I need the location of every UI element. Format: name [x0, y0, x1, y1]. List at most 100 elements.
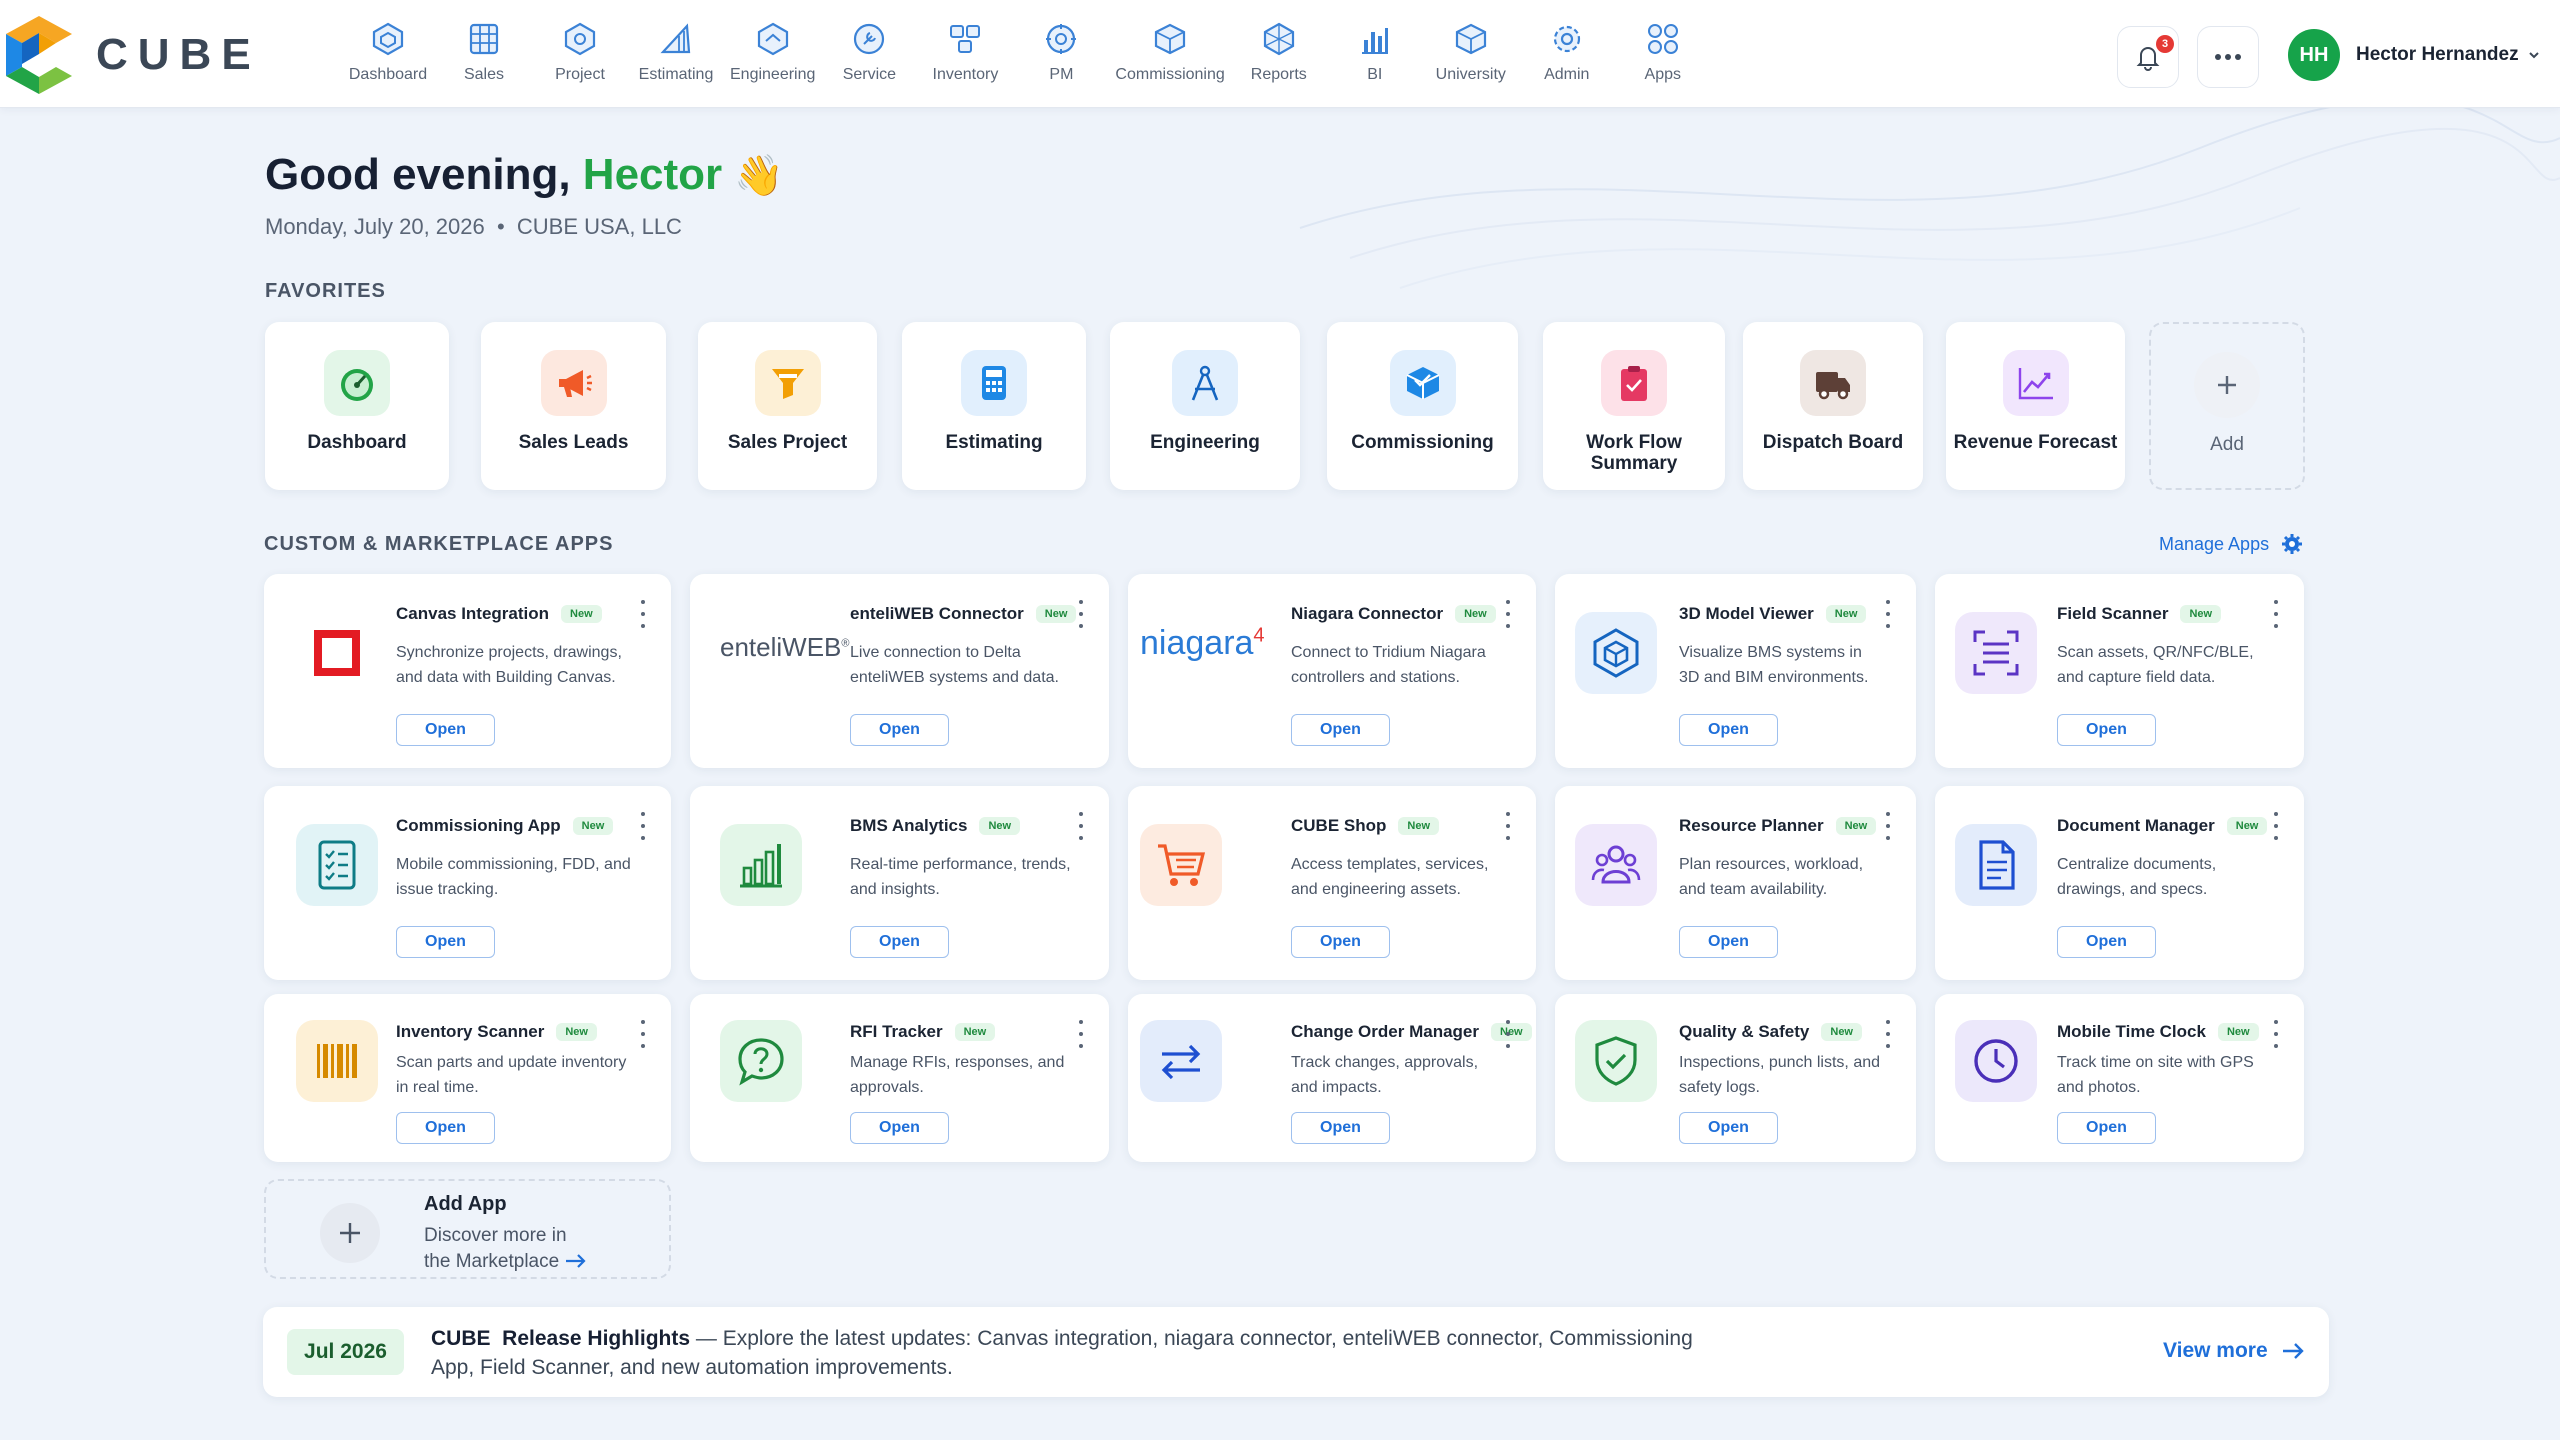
open-app-button[interactable]: Open	[1291, 714, 1390, 746]
kebab-menu-icon[interactable]	[633, 600, 653, 628]
scanner-icon	[1973, 630, 2019, 676]
favorite-revenue-forecast[interactable]: Revenue Forecast	[1946, 322, 2125, 490]
app-description: Centralize documents, drawings, and spec…	[2057, 856, 2217, 898]
kebab-dot	[1506, 824, 1510, 828]
open-app-button[interactable]: Open	[850, 1112, 949, 1144]
nav-project[interactable]: Project	[532, 20, 628, 84]
nav-label: Commissioning	[1115, 66, 1225, 83]
favorite-dashboard[interactable]: Dashboard	[265, 322, 449, 490]
app-title: Inventory Scanner New	[396, 1022, 597, 1042]
more-options-button[interactable]	[2197, 26, 2259, 88]
favorite-icon-wrap	[754, 350, 821, 416]
nav-university[interactable]: University	[1423, 20, 1519, 84]
open-app-button[interactable]: Open	[2057, 926, 2156, 958]
favorite-commissioning[interactable]: Commissioning	[1327, 322, 1518, 490]
nav-sales[interactable]: Sales	[436, 20, 532, 84]
truck-icon	[1816, 372, 1850, 400]
open-app-button[interactable]: Open	[850, 926, 949, 958]
nav-dashboard[interactable]: Dashboard	[340, 20, 436, 84]
nav-apps[interactable]: Apps	[1615, 20, 1711, 84]
favorite-estimating[interactable]: Estimating	[902, 322, 1086, 490]
trend-chart-icon	[2018, 368, 2053, 400]
kebab-menu-icon[interactable]	[1878, 1020, 1898, 1048]
sales-icon	[469, 23, 499, 55]
open-app-button[interactable]: Open	[1291, 1112, 1390, 1144]
open-app-button[interactable]: Open	[1679, 926, 1778, 958]
kebab-menu-icon[interactable]	[1878, 600, 1898, 628]
app-description: Access templates, services, and engineer…	[1291, 856, 1489, 898]
kebab-menu-icon[interactable]	[1071, 812, 1091, 840]
kebab-dot	[2274, 1032, 2278, 1036]
favorite-icon-wrap	[2002, 350, 2069, 416]
nav-commissioning[interactable]: Commissioning	[1109, 20, 1230, 84]
favorite-label: Estimating	[945, 432, 1043, 453]
open-app-button[interactable]: Open	[2057, 1112, 2156, 1144]
kebab-menu-icon[interactable]	[2266, 1020, 2286, 1048]
kebab-menu-icon[interactable]	[1498, 1020, 1518, 1048]
favorite-work-flow-summary[interactable]: Work Flow Summary	[1543, 322, 1725, 490]
app-card-rfi-tracker: RFI Tracker New Manage RFIs, responses, an…	[690, 994, 1109, 1162]
open-app-button[interactable]: Open	[2057, 714, 2156, 746]
favorite-dispatch-board[interactable]: Dispatch Board	[1743, 322, 1923, 490]
favorite-label: Revenue Forecast	[1953, 432, 2118, 453]
kebab-dot	[641, 1044, 645, 1048]
kebab-menu-icon[interactable]	[2266, 600, 2286, 628]
app-card-3d-model-viewer: 3D Model Viewer New Visualize BMS systems …	[1555, 574, 1916, 768]
add-favorite-button[interactable]: Add	[2149, 322, 2305, 490]
nav-engineering[interactable]: Engineering	[724, 20, 821, 84]
nav-inventory[interactable]: Inventory	[917, 20, 1013, 84]
open-app-button[interactable]: Open	[396, 714, 495, 746]
kebab-menu-icon[interactable]	[1878, 812, 1898, 840]
apps-icon	[1647, 24, 1678, 54]
app-icon-wrap	[1575, 612, 1657, 694]
user-menu[interactable]: HH Hector Hernandez	[2288, 29, 2541, 81]
favorite-sales-leads[interactable]: Sales Leads	[481, 322, 666, 490]
service-icon	[854, 23, 885, 55]
kebab-menu-icon[interactable]	[1498, 812, 1518, 840]
nav-service[interactable]: Service	[821, 20, 917, 84]
app-description: Manage RFIs, responses, and approvals.	[850, 1054, 1065, 1096]
nav-estimating[interactable]: Estimating	[628, 20, 724, 84]
kebab-dot	[1079, 1032, 1083, 1036]
nav-bi[interactable]: BI	[1327, 20, 1423, 84]
app-title: enteliWEB Connector New	[850, 604, 1077, 624]
app-card-quality-safety: Quality & Safety New Inspections, punch li…	[1555, 994, 1916, 1162]
nav-admin[interactable]: Admin	[1519, 20, 1615, 84]
notification-count-badge: 3	[2156, 35, 2174, 53]
app-title: Field Scanner New	[2057, 604, 2222, 624]
app-title: 3D Model Viewer New	[1679, 604, 1867, 624]
manage-apps-link[interactable]: Manage Apps	[2159, 533, 2303, 555]
app-icon-wrap	[1955, 824, 2037, 906]
view-more-link[interactable]: View more	[2163, 1338, 2306, 1364]
open-app-button[interactable]: Open	[850, 714, 949, 746]
open-app-button[interactable]: Open	[396, 926, 495, 958]
kebab-menu-icon[interactable]	[633, 1020, 653, 1048]
new-badge: New	[2217, 1023, 2259, 1041]
cube-logo[interactable]: CUBE	[4, 14, 261, 96]
nav-reports[interactable]: Reports	[1231, 20, 1327, 84]
kebab-menu-icon[interactable]	[633, 812, 653, 840]
app-icon-wrap	[720, 1020, 802, 1102]
nav-label: Dashboard	[348, 66, 428, 83]
new-badge: New	[1835, 817, 1877, 835]
kebab-menu-icon[interactable]	[1071, 1020, 1091, 1048]
nav-pm[interactable]: PM	[1013, 20, 1109, 84]
open-app-button[interactable]: Open	[1291, 926, 1390, 958]
kebab-dot	[1079, 812, 1083, 816]
app-icon-wrap	[1955, 1020, 2037, 1102]
shield-check-icon	[1595, 1036, 1637, 1086]
favorite-sales-project[interactable]: Sales Project	[698, 322, 877, 490]
favorite-engineering[interactable]: Engineering	[1110, 322, 1300, 490]
open-app-button[interactable]: Open	[1679, 714, 1778, 746]
kebab-menu-icon[interactable]	[1071, 600, 1091, 628]
add-app-card[interactable]: Add App Discover more in the Marketplace	[264, 1179, 671, 1279]
open-app-button[interactable]: Open	[396, 1112, 495, 1144]
kebab-menu-icon[interactable]	[2266, 812, 2286, 840]
kebab-dot	[1506, 812, 1510, 816]
app-card-resource-planner: Resource Planner New Plan resources, workl…	[1555, 786, 1916, 980]
notifications-button[interactable]: 3	[2117, 26, 2179, 88]
open-app-button[interactable]: Open	[1679, 1112, 1778, 1144]
kebab-dot	[1079, 1044, 1083, 1048]
kebab-dot	[2274, 612, 2278, 616]
kebab-menu-icon[interactable]	[1498, 600, 1518, 628]
